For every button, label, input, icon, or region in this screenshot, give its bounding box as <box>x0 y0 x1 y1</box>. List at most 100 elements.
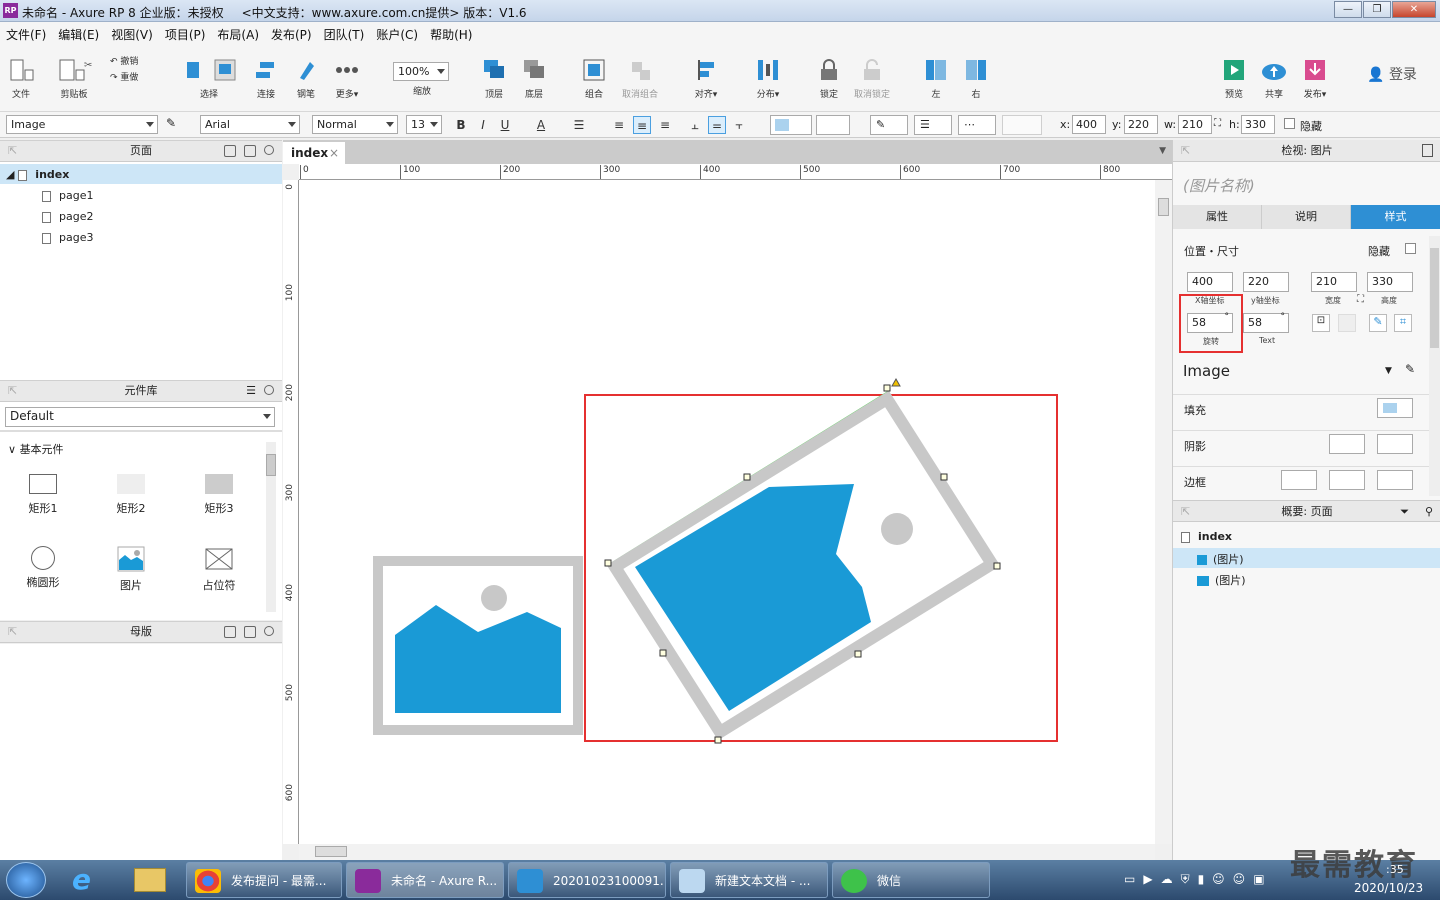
aspect-lock-icon[interactable]: ⛶ <box>1357 294 1364 305</box>
collapse-icon[interactable]: ⇱ <box>1181 501 1190 523</box>
close-tab-icon[interactable]: × <box>329 146 339 160</box>
page-item-page2[interactable]: page2 <box>42 210 93 223</box>
fill-color-dropdown[interactable] <box>770 115 812 135</box>
canvas-vscrollbar[interactable] <box>1155 180 1172 844</box>
collapse-icon[interactable]: ⇱ <box>1181 140 1190 162</box>
outline-root[interactable]: index <box>1181 530 1232 543</box>
expand-arrow-icon[interactable]: ◢ <box>6 168 18 181</box>
menu-edit[interactable]: 编辑(E) <box>52 22 105 43</box>
hidden-checkbox[interactable] <box>1284 118 1295 129</box>
shadow-dropdown[interactable] <box>816 115 850 135</box>
edit-style-icon[interactable]: ✎ <box>166 116 182 132</box>
ie-icon[interactable]: e <box>72 866 102 894</box>
design-canvas[interactable] <box>299 180 1155 844</box>
menu-layout[interactable]: 布局(A) <box>211 22 265 43</box>
lock-button[interactable]: 锁定 <box>815 58 843 100</box>
widget-rect2[interactable]: 矩形2 <box>101 474 161 516</box>
task-notepad[interactable]: 新建文本文档 - ... <box>670 862 828 898</box>
valign-bottom-icon[interactable]: ⫟ <box>730 116 748 134</box>
file-tool[interactable]: 文件 <box>6 58 36 100</box>
tab-properties[interactable]: 属性 <box>1173 205 1262 229</box>
fit-disabled-icon[interactable] <box>1338 314 1356 332</box>
font-weight-select[interactable]: Normal <box>312 115 398 134</box>
line-width-dropdown[interactable]: ☰ <box>914 115 952 135</box>
task-wechat[interactable]: 微信 <box>832 862 990 898</box>
outline-item-image-2[interactable]: (图片) <box>1197 572 1246 588</box>
edit-image-icon[interactable]: ✎ <box>1369 314 1387 332</box>
publish-button[interactable]: 发布▾ <box>1298 58 1332 100</box>
left-button[interactable]: 左 <box>922 58 950 100</box>
menu-file[interactable]: 文件(F) <box>0 22 52 43</box>
border-width-dropdown[interactable] <box>1281 470 1317 490</box>
fit-content-icon[interactable]: ⊡ <box>1312 314 1330 332</box>
height-input[interactable]: 330 <box>1367 272 1413 292</box>
inner-shadow-dropdown[interactable] <box>1377 434 1413 454</box>
undo-button[interactable]: ↶ 撤销 <box>110 54 150 70</box>
ungroup-button[interactable]: 取消组合 <box>618 58 662 100</box>
border-color-dropdown[interactable] <box>1329 470 1365 490</box>
zoom-select[interactable]: 100% <box>393 62 449 81</box>
login-button[interactable]: 👤 登录 <box>1362 64 1422 84</box>
inspector-scrollbar[interactable] <box>1429 236 1440 496</box>
canvas-hscrollbar[interactable] <box>299 844 1155 860</box>
menu-account[interactable]: 账户(C) <box>370 22 424 43</box>
font-color-button[interactable]: A <box>526 116 556 134</box>
add-page-icon[interactable] <box>224 145 236 157</box>
system-tray-icons[interactable]: ▭▶☁⛨▮☺☺▣ <box>1124 872 1304 888</box>
tab-style[interactable]: 样式 <box>1351 205 1440 229</box>
bullet-list-icon[interactable]: ☰ <box>570 116 588 134</box>
menu-project[interactable]: 项目(P) <box>159 22 212 43</box>
bold-button[interactable]: B <box>452 116 470 134</box>
widget-placeholder[interactable]: 占位符 <box>189 546 249 593</box>
search-icon[interactable] <box>264 145 274 155</box>
right-button[interactable]: 右 <box>962 58 990 100</box>
filter-icon[interactable]: ⏷ <box>1400 501 1409 523</box>
arrow-style-dropdown[interactable] <box>1002 115 1042 135</box>
y-input[interactable]: 220 <box>1124 115 1158 134</box>
maximize-button[interactable]: ❐ <box>1363 1 1391 18</box>
collapse-icon[interactable]: ⇱ <box>8 381 17 401</box>
search-icon[interactable]: ⚲ <box>1425 501 1433 523</box>
library-scrollbar[interactable] <box>266 442 276 612</box>
minimize-button[interactable]: — <box>1334 1 1362 18</box>
library-select[interactable]: Default <box>5 407 275 427</box>
task-axure[interactable]: 未命名 - Axure R... <box>346 862 504 898</box>
pen-tool[interactable]: 钢笔 <box>292 58 320 100</box>
group-basic-widgets[interactable]: ∨ 基本元件 <box>8 441 64 457</box>
menu-publish[interactable]: 发布(P) <box>265 22 318 43</box>
edit-style-icon[interactable]: ✎ <box>1405 362 1415 376</box>
inspector-scroll-thumb[interactable] <box>1430 248 1439 348</box>
border-style-dropdown[interactable] <box>1377 470 1413 490</box>
font-select[interactable]: Arial <box>200 115 300 134</box>
image-widget-rotated[interactable] <box>604 377 1001 744</box>
shadow-dropdown[interactable] <box>1329 434 1365 454</box>
page-item-page1[interactable]: page1 <box>42 189 93 202</box>
distribute-button[interactable]: 分布▾ <box>752 58 784 100</box>
library-scroll-thumb[interactable] <box>266 454 276 476</box>
widget-rect1[interactable]: 矩形1 <box>13 474 73 516</box>
align-center-icon[interactable]: ≡ <box>633 116 651 134</box>
notes-icon[interactable] <box>1422 144 1433 157</box>
x-coordinate-input[interactable]: 400 <box>1187 272 1233 292</box>
menu-team[interactable]: 团队(T) <box>318 22 371 43</box>
italic-button[interactable]: I <box>474 116 492 134</box>
hidden-checkbox[interactable] <box>1405 243 1416 254</box>
hscroll-thumb[interactable] <box>315 846 347 857</box>
tab-notes[interactable]: 说明 <box>1262 205 1351 229</box>
font-size-select[interactable]: 13 <box>406 115 442 134</box>
collapse-icon[interactable]: ⇱ <box>8 141 17 161</box>
chevron-down-icon[interactable]: ▼ <box>1385 366 1392 376</box>
task-video[interactable]: 20201023100091... <box>508 862 666 898</box>
widget-ellipse[interactable]: 椭圆形 <box>13 546 73 590</box>
aspect-lock-icon[interactable]: ⛶ <box>1214 118 1221 129</box>
add-folder-icon[interactable] <box>244 145 256 157</box>
chevron-down-icon[interactable]: ▼ <box>1159 146 1166 156</box>
widget-rect3[interactable]: 矩形3 <box>189 474 249 516</box>
share-button[interactable]: 共享 <box>1260 58 1288 100</box>
redo-button[interactable]: ↷ 重做 <box>110 70 150 86</box>
height-input[interactable]: 330 <box>1241 115 1275 134</box>
explorer-folder-icon[interactable] <box>134 868 166 892</box>
widget-name-input[interactable]: (图片名称) <box>1183 175 1255 196</box>
task-browser[interactable]: 发布提问 - 最需... <box>186 862 342 898</box>
select-tool[interactable]: 选择 <box>180 58 238 100</box>
